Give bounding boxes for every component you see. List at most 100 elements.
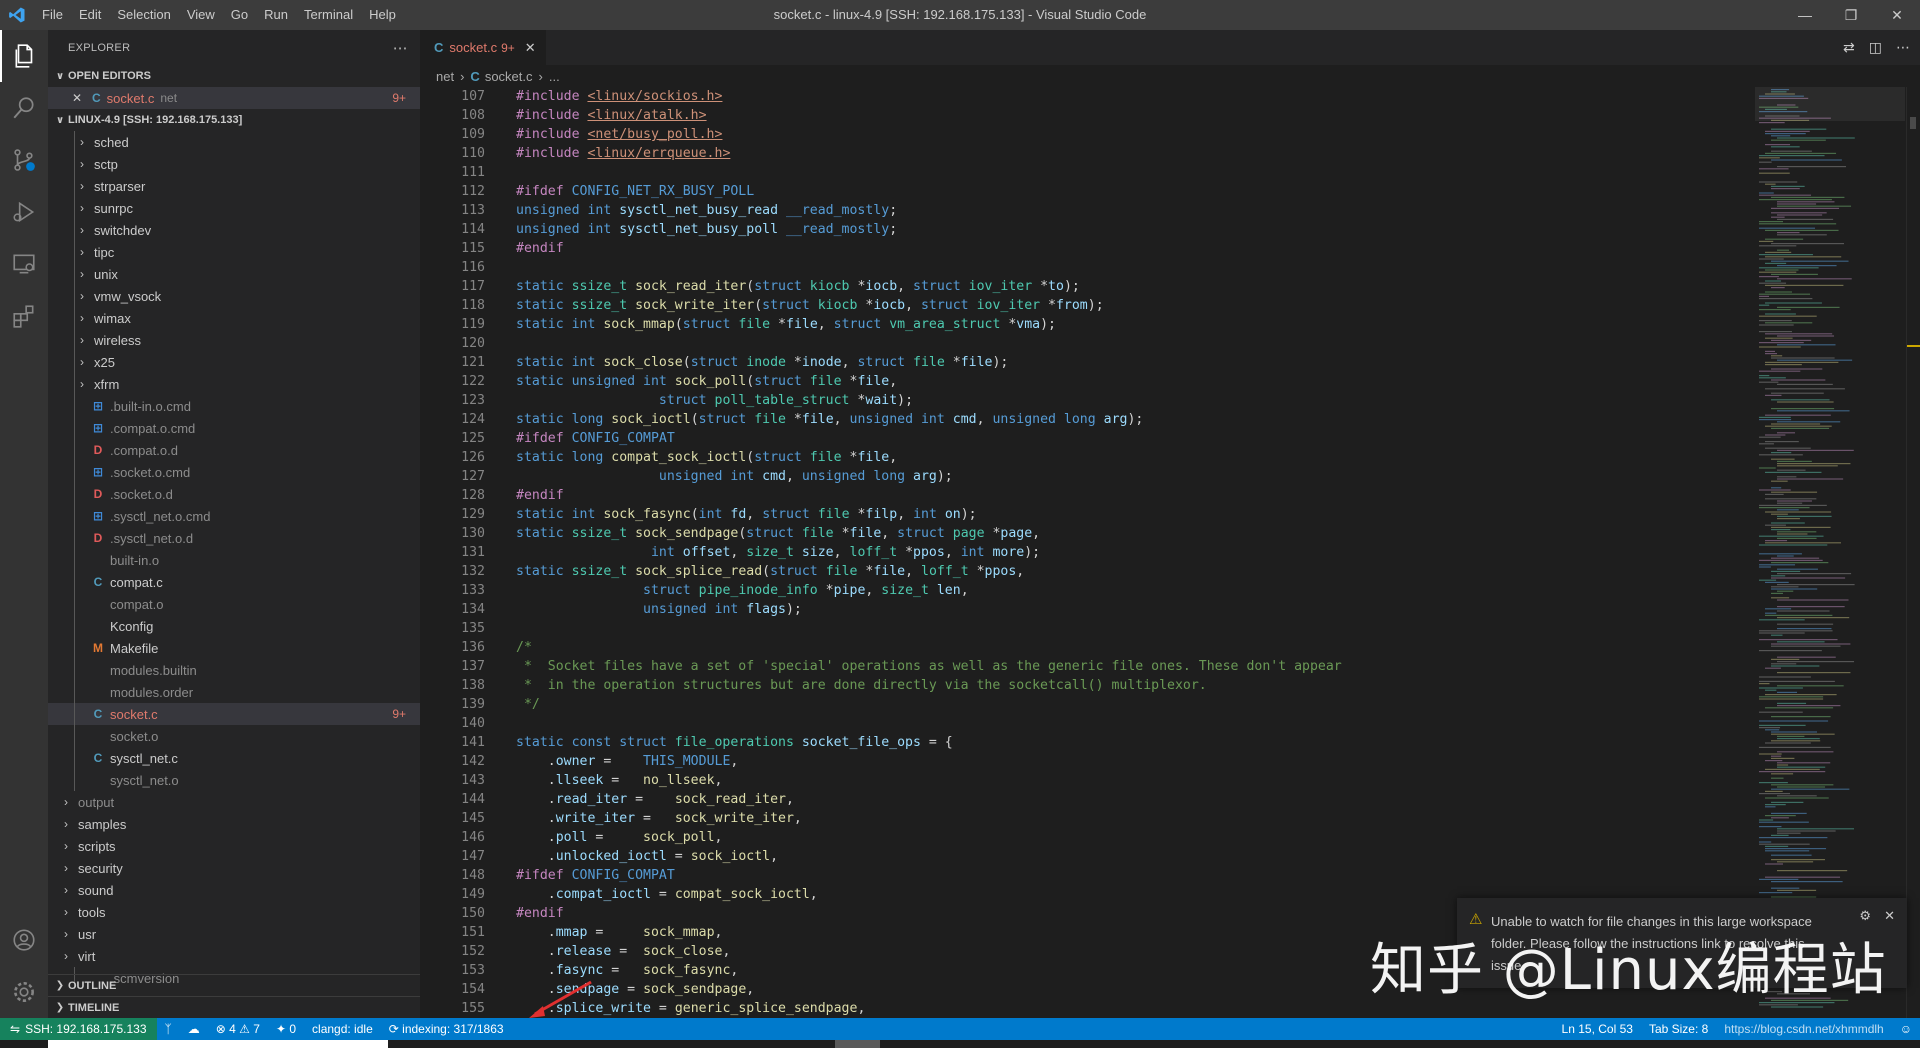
menu-run[interactable]: Run	[256, 0, 296, 30]
tree-file[interactable]: Csysctl_net.c	[48, 747, 420, 769]
tree-file[interactable]: Kconfig	[48, 615, 420, 637]
tree-folder[interactable]: › tipc	[48, 241, 420, 263]
tree-file[interactable]: D .socket.o.d	[48, 483, 420, 505]
open-editor-item[interactable]: ✕ C socket.c net 9+	[48, 87, 420, 109]
tree-file[interactable]: Csocket.c 9+	[48, 703, 420, 725]
breadcrumb-symbol[interactable]: ...	[549, 69, 560, 84]
ports-item[interactable]: ✦ 0	[268, 1022, 304, 1036]
tree-folder[interactable]: › switchdev	[48, 219, 420, 241]
indexing-status[interactable]: ⟳ indexing: 317/1863	[381, 1022, 512, 1036]
code-token: struct	[746, 526, 802, 541]
menu-selection[interactable]: Selection	[109, 0, 178, 30]
code-editor[interactable]: 107 #include <linux/sockios.h> 108 #include…	[420, 87, 1750, 1018]
tree-file[interactable]: D .sysctl_net.o.d	[48, 527, 420, 549]
tree-folder[interactable]: › wireless	[48, 329, 420, 351]
more-actions-icon[interactable]: ⋯	[393, 39, 408, 57]
tree-folder[interactable]: › sound	[48, 879, 420, 901]
breadcrumb-file[interactable]: socket.c	[485, 69, 533, 84]
tree-folder[interactable]: › sctp	[48, 153, 420, 175]
manage-gear-icon[interactable]	[0, 966, 48, 1018]
remote-indicator[interactable]: ⇋ SSH: 192.168.175.133	[0, 1018, 157, 1040]
minimap-viewport[interactable]	[1755, 87, 1905, 121]
tree-file[interactable]: D .compat.o.d	[48, 439, 420, 461]
search-icon[interactable]	[0, 82, 48, 134]
timeline-header[interactable]: ❯ TIMELINE	[48, 996, 420, 1018]
clangd-status[interactable]: clangd: idle	[304, 1022, 381, 1036]
outline-header[interactable]: ❯ OUTLINE	[48, 974, 420, 996]
tree-folder[interactable]: › unix	[48, 263, 420, 285]
tree-file[interactable]: ⊞ .built-in.o.cmd	[48, 395, 420, 417]
account-icon[interactable]	[0, 914, 48, 966]
tree-file[interactable]: socket.o	[48, 725, 420, 747]
tree-folder[interactable]: › strparser	[48, 175, 420, 197]
tree-folder[interactable]: › tools	[48, 901, 420, 923]
minimap-line	[1771, 212, 1827, 214]
cursor-position[interactable]: Ln 15, Col 53	[1554, 1022, 1641, 1036]
indent-guide	[74, 747, 75, 769]
more-actions-icon[interactable]: ⋯	[1896, 39, 1910, 56]
explorer-icon[interactable]	[0, 30, 48, 82]
tree-folder[interactable]: › sched	[48, 131, 420, 153]
close-tab-icon[interactable]: ✕	[525, 40, 536, 56]
branch-item[interactable]: ᛉ	[157, 1022, 180, 1036]
remote-explorer-icon[interactable]	[0, 238, 48, 290]
tree-file[interactable]: built-in.o	[48, 549, 420, 571]
source-control-icon[interactable]	[0, 134, 48, 186]
menu-terminal[interactable]: Terminal	[296, 0, 361, 30]
tree-folder[interactable]: › wimax	[48, 307, 420, 329]
minimap-line	[1759, 295, 1770, 297]
tree-file[interactable]: M Makefile	[48, 637, 420, 659]
tree-folder[interactable]: › output	[48, 791, 420, 813]
tree-folder[interactable]: › scripts	[48, 835, 420, 857]
tree-file[interactable]: Ccompat.c	[48, 571, 420, 593]
tree-folder[interactable]: › xfrm	[48, 373, 420, 395]
code-token: ,	[889, 374, 898, 389]
close-editor-icon[interactable]: ✕	[72, 91, 92, 105]
menu-go[interactable]: Go	[223, 0, 256, 30]
workspace-header[interactable]: ∨ LINUX-4.9 [SSH: 192.168.175.133]	[48, 109, 420, 131]
tab-socket-c[interactable]: C socket.c 9+ ✕	[420, 30, 546, 65]
tree-item-label: .socket.o.cmd	[110, 464, 191, 480]
tree-file[interactable]: compat.o	[48, 593, 420, 615]
minimap[interactable]	[1755, 87, 1905, 1018]
open-editors-header[interactable]: ∨ OPEN EDITORS	[48, 65, 420, 87]
menu-help[interactable]: Help	[361, 0, 404, 30]
minimap-line	[1765, 229, 1839, 231]
close-window-icon[interactable]: ✕	[1874, 0, 1920, 30]
tree-folder[interactable]: › security	[48, 857, 420, 879]
tree-file[interactable]: modules.order	[48, 681, 420, 703]
code-token: ,	[714, 773, 723, 788]
sync-item[interactable]: ☁	[180, 1022, 208, 1036]
notification-close-icon[interactable]: ✕	[1884, 908, 1895, 924]
extensions-icon[interactable]	[0, 290, 48, 342]
menu-file[interactable]: File	[34, 0, 71, 30]
tree-folder[interactable]: › samples	[48, 813, 420, 835]
problems-item[interactable]: ⊗ 4 ⚠ 7	[208, 1022, 268, 1036]
minimap-line	[1771, 357, 1835, 359]
menu-view[interactable]: View	[179, 0, 223, 30]
tree-file[interactable]: modules.builtin	[48, 659, 420, 681]
open-changes-icon[interactable]: ⇄	[1843, 39, 1855, 56]
breadcrumb-folder[interactable]: net	[436, 69, 454, 84]
line-number: 149	[461, 887, 485, 902]
notification-settings-icon[interactable]: ⚙	[1859, 908, 1871, 924]
run-debug-icon[interactable]	[0, 186, 48, 238]
tab-size[interactable]: Tab Size: 8	[1641, 1022, 1716, 1036]
tree-folder[interactable]: › sunrpc	[48, 197, 420, 219]
tree-folder[interactable]: › usr	[48, 923, 420, 945]
code-token: socket_file_ops	[801, 735, 921, 750]
tree-folder[interactable]: › x25	[48, 351, 420, 373]
menu-edit[interactable]: Edit	[71, 0, 109, 30]
split-editor-icon[interactable]: ◫	[1869, 39, 1882, 56]
tree-file[interactable]: ⊞ .sysctl_net.o.cmd	[48, 505, 420, 527]
tree-file[interactable]: ⊞ .compat.o.cmd	[48, 417, 420, 439]
cmd-file-icon: ⊞	[92, 399, 104, 413]
tree-file[interactable]: ⊞ .socket.o.cmd	[48, 461, 420, 483]
feedback-icon[interactable]: ☺	[1892, 1022, 1920, 1036]
tree-folder[interactable]: › vmw_vsock	[48, 285, 420, 307]
vertical-scrollbar[interactable]	[1906, 87, 1920, 1018]
restore-icon[interactable]: ❐	[1828, 0, 1874, 30]
tree-file[interactable]: sysctl_net.o	[48, 769, 420, 791]
minimize-icon[interactable]: —	[1782, 0, 1828, 30]
tree-folder[interactable]: › virt	[48, 945, 420, 967]
